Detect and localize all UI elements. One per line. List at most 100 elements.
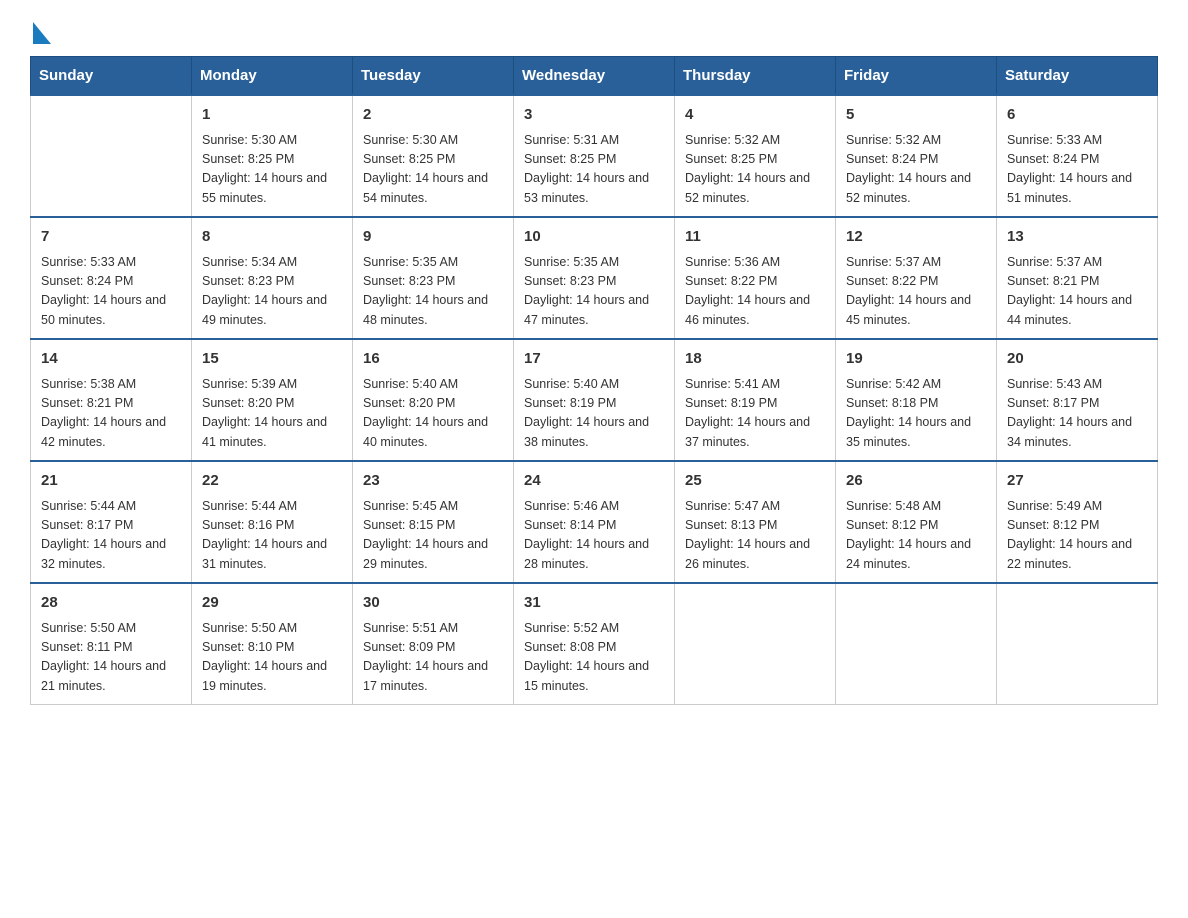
day-info: Sunrise: 5:40 AMSunset: 8:20 PMDaylight:… <box>363 375 503 453</box>
day-cell: 2 Sunrise: 5:30 AMSunset: 8:25 PMDaylight… <box>353 95 514 217</box>
day-info: Sunrise: 5:32 AMSunset: 8:25 PMDaylight:… <box>685 131 825 209</box>
header-friday: Friday <box>836 57 997 96</box>
day-cell <box>997 583 1158 705</box>
day-number: 21 <box>41 470 181 493</box>
day-number: 14 <box>41 348 181 371</box>
week-row-4: 21 Sunrise: 5:44 AMSunset: 8:17 PMDayligh… <box>31 461 1158 583</box>
day-cell: 10 Sunrise: 5:35 AMSunset: 8:23 PMDayligh… <box>514 217 675 339</box>
day-cell: 4 Sunrise: 5:32 AMSunset: 8:25 PMDaylight… <box>675 95 836 217</box>
day-cell: 14 Sunrise: 5:38 AMSunset: 8:21 PMDayligh… <box>31 339 192 461</box>
day-number: 8 <box>202 226 342 249</box>
day-number: 1 <box>202 104 342 127</box>
day-number: 17 <box>524 348 664 371</box>
day-number: 25 <box>685 470 825 493</box>
day-number: 6 <box>1007 104 1147 127</box>
day-cell: 30Sunrise: 5:51 AMSunset: 8:09 PMDayligh… <box>353 583 514 705</box>
week-row-1: 1 Sunrise: 5:30 AMSunset: 8:25 PMDaylight… <box>31 95 1158 217</box>
day-cell: 8 Sunrise: 5:34 AMSunset: 8:23 PMDaylight… <box>192 217 353 339</box>
day-cell <box>675 583 836 705</box>
day-cell: 16 Sunrise: 5:40 AMSunset: 8:20 PMDayligh… <box>353 339 514 461</box>
day-cell: 29 Sunrise: 5:50 AMSunset: 8:10 PMDayligh… <box>192 583 353 705</box>
day-info: Sunrise: 5:50 AMSunset: 8:10 PMDaylight:… <box>202 619 342 697</box>
day-cell: 20 Sunrise: 5:43 AMSunset: 8:17 PMDayligh… <box>997 339 1158 461</box>
day-cell: 19Sunrise: 5:42 AMSunset: 8:18 PMDayligh… <box>836 339 997 461</box>
header-monday: Monday <box>192 57 353 96</box>
day-cell: 28 Sunrise: 5:50 AMSunset: 8:11 PMDayligh… <box>31 583 192 705</box>
day-number: 9 <box>363 226 503 249</box>
day-info: Sunrise: 5:36 AMSunset: 8:22 PMDaylight:… <box>685 253 825 331</box>
day-info: Sunrise: 5:50 AMSunset: 8:11 PMDaylight:… <box>41 619 181 697</box>
calendar-header-row: SundayMondayTuesdayWednesdayThursdayFrid… <box>31 57 1158 96</box>
logo <box>30 20 51 36</box>
week-row-5: 28 Sunrise: 5:50 AMSunset: 8:11 PMDayligh… <box>31 583 1158 705</box>
day-info: Sunrise: 5:52 AMSunset: 8:08 PMDaylight:… <box>524 619 664 697</box>
day-cell: 7 Sunrise: 5:33 AMSunset: 8:24 PMDaylight… <box>31 217 192 339</box>
day-info: Sunrise: 5:48 AMSunset: 8:12 PMDaylight:… <box>846 497 986 575</box>
day-cell: 21 Sunrise: 5:44 AMSunset: 8:17 PMDayligh… <box>31 461 192 583</box>
week-row-2: 7 Sunrise: 5:33 AMSunset: 8:24 PMDaylight… <box>31 217 1158 339</box>
logo-triangle-icon <box>33 22 51 44</box>
week-row-3: 14 Sunrise: 5:38 AMSunset: 8:21 PMDayligh… <box>31 339 1158 461</box>
day-info: Sunrise: 5:31 AMSunset: 8:25 PMDaylight:… <box>524 131 664 209</box>
day-number: 15 <box>202 348 342 371</box>
day-number: 5 <box>846 104 986 127</box>
day-cell: 17 Sunrise: 5:40 AMSunset: 8:19 PMDayligh… <box>514 339 675 461</box>
day-cell: 11 Sunrise: 5:36 AMSunset: 8:22 PMDayligh… <box>675 217 836 339</box>
day-number: 11 <box>685 226 825 249</box>
day-number: 20 <box>1007 348 1147 371</box>
day-info: Sunrise: 5:33 AMSunset: 8:24 PMDaylight:… <box>1007 131 1147 209</box>
day-cell <box>31 95 192 217</box>
day-number: 29 <box>202 592 342 615</box>
day-number: 27 <box>1007 470 1147 493</box>
day-number: 12 <box>846 226 986 249</box>
page-header <box>30 20 1158 36</box>
day-cell: 6 Sunrise: 5:33 AMSunset: 8:24 PMDaylight… <box>997 95 1158 217</box>
header-thursday: Thursday <box>675 57 836 96</box>
day-info: Sunrise: 5:38 AMSunset: 8:21 PMDaylight:… <box>41 375 181 453</box>
day-number: 4 <box>685 104 825 127</box>
day-info: Sunrise: 5:44 AMSunset: 8:17 PMDaylight:… <box>41 497 181 575</box>
day-info: Sunrise: 5:33 AMSunset: 8:24 PMDaylight:… <box>41 253 181 331</box>
day-info: Sunrise: 5:45 AMSunset: 8:15 PMDaylight:… <box>363 497 503 575</box>
calendar-table: SundayMondayTuesdayWednesdayThursdayFrid… <box>30 56 1158 705</box>
day-info: Sunrise: 5:51 AMSunset: 8:09 PMDaylight:… <box>363 619 503 697</box>
header-saturday: Saturday <box>997 57 1158 96</box>
day-number: 16 <box>363 348 503 371</box>
day-number: 18 <box>685 348 825 371</box>
day-number: 2 <box>363 104 503 127</box>
header-tuesday: Tuesday <box>353 57 514 96</box>
day-cell: 26Sunrise: 5:48 AMSunset: 8:12 PMDayligh… <box>836 461 997 583</box>
day-cell: 27 Sunrise: 5:49 AMSunset: 8:12 PMDayligh… <box>997 461 1158 583</box>
day-info: Sunrise: 5:37 AMSunset: 8:21 PMDaylight:… <box>1007 253 1147 331</box>
day-cell: 15 Sunrise: 5:39 AMSunset: 8:20 PMDayligh… <box>192 339 353 461</box>
day-info: Sunrise: 5:49 AMSunset: 8:12 PMDaylight:… <box>1007 497 1147 575</box>
day-info: Sunrise: 5:44 AMSunset: 8:16 PMDaylight:… <box>202 497 342 575</box>
day-cell: 5Sunrise: 5:32 AMSunset: 8:24 PMDaylight… <box>836 95 997 217</box>
day-cell: 1 Sunrise: 5:30 AMSunset: 8:25 PMDaylight… <box>192 95 353 217</box>
day-cell: 9 Sunrise: 5:35 AMSunset: 8:23 PMDaylight… <box>353 217 514 339</box>
day-info: Sunrise: 5:43 AMSunset: 8:17 PMDaylight:… <box>1007 375 1147 453</box>
day-cell: 13Sunrise: 5:37 AMSunset: 8:21 PMDayligh… <box>997 217 1158 339</box>
day-info: Sunrise: 5:37 AMSunset: 8:22 PMDaylight:… <box>846 253 986 331</box>
day-number: 22 <box>202 470 342 493</box>
day-info: Sunrise: 5:42 AMSunset: 8:18 PMDaylight:… <box>846 375 986 453</box>
day-info: Sunrise: 5:35 AMSunset: 8:23 PMDaylight:… <box>524 253 664 331</box>
day-info: Sunrise: 5:30 AMSunset: 8:25 PMDaylight:… <box>202 131 342 209</box>
day-number: 10 <box>524 226 664 249</box>
day-info: Sunrise: 5:34 AMSunset: 8:23 PMDaylight:… <box>202 253 342 331</box>
day-info: Sunrise: 5:41 AMSunset: 8:19 PMDaylight:… <box>685 375 825 453</box>
day-info: Sunrise: 5:30 AMSunset: 8:25 PMDaylight:… <box>363 131 503 209</box>
day-cell: 25Sunrise: 5:47 AMSunset: 8:13 PMDayligh… <box>675 461 836 583</box>
day-info: Sunrise: 5:46 AMSunset: 8:14 PMDaylight:… <box>524 497 664 575</box>
day-cell: 3Sunrise: 5:31 AMSunset: 8:25 PMDaylight… <box>514 95 675 217</box>
day-number: 28 <box>41 592 181 615</box>
day-cell: 23 Sunrise: 5:45 AMSunset: 8:15 PMDayligh… <box>353 461 514 583</box>
day-number: 31 <box>524 592 664 615</box>
day-info: Sunrise: 5:39 AMSunset: 8:20 PMDaylight:… <box>202 375 342 453</box>
day-info: Sunrise: 5:40 AMSunset: 8:19 PMDaylight:… <box>524 375 664 453</box>
day-info: Sunrise: 5:35 AMSunset: 8:23 PMDaylight:… <box>363 253 503 331</box>
day-number: 23 <box>363 470 503 493</box>
day-number: 24 <box>524 470 664 493</box>
day-number: 7 <box>41 226 181 249</box>
day-cell: 22 Sunrise: 5:44 AMSunset: 8:16 PMDayligh… <box>192 461 353 583</box>
